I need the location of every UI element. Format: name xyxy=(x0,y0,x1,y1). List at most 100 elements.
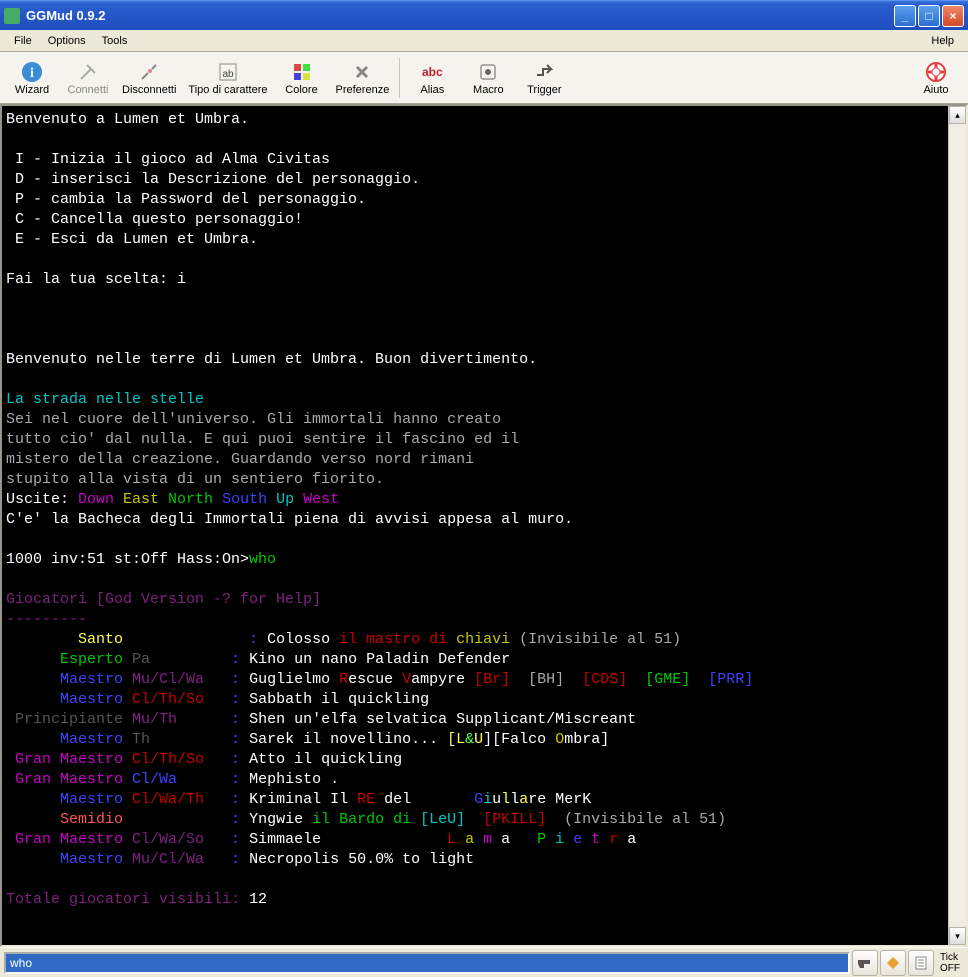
scroll-up-button[interactable]: ▴ xyxy=(949,106,966,124)
scrollbar[interactable]: ▴ ▾ xyxy=(948,106,966,945)
close-button[interactable]: × xyxy=(942,5,964,27)
tick-status: Tick OFF xyxy=(936,952,964,974)
minimize-button[interactable]: _ xyxy=(894,5,916,27)
t: [Br] xyxy=(474,671,510,688)
t: [GME] xyxy=(645,671,690,688)
player-class: Th xyxy=(132,731,150,748)
room-title: La strada nelle stelle xyxy=(6,391,204,408)
t: mbra] xyxy=(564,731,609,748)
exit: Up xyxy=(276,491,303,508)
connect-button[interactable]: Connetti xyxy=(60,58,116,98)
wizard-button[interactable]: i Wizard xyxy=(4,58,60,98)
player-name: Kino un nano Paladin Defender xyxy=(249,651,510,668)
t: P xyxy=(537,831,555,848)
who-header: Giocatori [God Version -? for Help] xyxy=(6,591,321,608)
total-value: 12 xyxy=(249,891,267,908)
t: escue xyxy=(348,671,402,688)
menu-file[interactable]: File xyxy=(6,33,40,49)
t: [L xyxy=(447,731,465,748)
line: mistero della creazione. Guardando verso… xyxy=(6,451,474,468)
line: I - Inizia il gioco ad Alma Civitas xyxy=(6,151,330,168)
player-rank: Esperto xyxy=(6,651,132,668)
line: Sei nel cuore dell'universo. Gli immorta… xyxy=(6,411,501,428)
window-title: GGMud 0.9.2 xyxy=(24,8,894,23)
colon: : xyxy=(204,831,249,848)
player-name: Mephisto . xyxy=(249,771,339,788)
player-name: Sabbath il quickling xyxy=(249,691,429,708)
player-rank: Santo xyxy=(6,631,132,648)
trigger-label: Trigger xyxy=(527,84,561,96)
svg-text:i: i xyxy=(30,66,34,81)
connect-icon xyxy=(76,60,100,84)
macro-icon xyxy=(476,60,500,84)
t: RE xyxy=(357,791,375,808)
t: [PRR] xyxy=(708,671,753,688)
t: i xyxy=(483,791,492,808)
player-class: Cl/Wa/So xyxy=(132,831,204,848)
scroll-track[interactable] xyxy=(949,124,966,927)
svg-text:ab: ab xyxy=(222,69,234,80)
scroll-down-button[interactable]: ▾ xyxy=(949,927,966,945)
t xyxy=(564,671,582,688)
menu-help[interactable]: Help xyxy=(923,33,962,49)
player-rank: Maestro xyxy=(6,791,132,808)
help-button[interactable]: Aiuto xyxy=(908,58,964,98)
trigger-icon xyxy=(532,60,556,84)
t: [LeU] xyxy=(420,811,474,828)
terminal-pane: Benvenuto a Lumen et Umbra. I - Inizia i… xyxy=(0,104,968,947)
gun-button[interactable] xyxy=(852,950,878,976)
player-rank: Gran Maestro xyxy=(6,771,132,788)
disconnect-button[interactable]: Disconnetti xyxy=(116,58,182,98)
t: ampyre xyxy=(411,671,474,688)
exit: West xyxy=(303,491,339,508)
alias-label: Alias xyxy=(420,84,444,96)
page-button[interactable] xyxy=(908,950,934,976)
player-rank: Principiante xyxy=(6,711,132,728)
command-input[interactable] xyxy=(4,952,850,974)
t: a xyxy=(627,831,636,848)
disconnect-icon xyxy=(137,60,161,84)
preferences-button[interactable]: Preferenze xyxy=(330,58,396,98)
help-label: Aiuto xyxy=(923,84,948,96)
line: Benvenuto nelle terre di Lumen et Umbra.… xyxy=(6,351,537,368)
t xyxy=(510,671,528,688)
lifebuoy-icon xyxy=(924,60,948,84)
t: G xyxy=(474,791,483,808)
font-icon: ab xyxy=(216,60,240,84)
t: Yngwie xyxy=(249,811,312,828)
player-name: Shen un'elfa selvatica Supplicant/Miscre… xyxy=(249,711,636,728)
titlebar: GGMud 0.9.2 _ □ × xyxy=(0,0,968,30)
t: r xyxy=(609,831,627,848)
macro-button[interactable]: Macro xyxy=(460,58,516,98)
trigger-button[interactable]: Trigger xyxy=(516,58,572,98)
terminal-output[interactable]: Benvenuto a Lumen et Umbra. I - Inizia i… xyxy=(2,106,948,945)
menu-tools[interactable]: Tools xyxy=(94,33,136,49)
line: Fai la tua scelta: i xyxy=(6,271,186,288)
disconnect-label: Disconnetti xyxy=(122,84,176,96)
t: del xyxy=(375,791,474,808)
t: t xyxy=(591,831,609,848)
t: O xyxy=(555,731,564,748)
player-class: Pa xyxy=(132,651,150,668)
player-rank: Maestro xyxy=(6,731,132,748)
line: tutto cio' dal nulla. E qui puoi sentire… xyxy=(6,431,519,448)
alias-button[interactable]: abc Alias xyxy=(404,58,460,98)
font-label: Tipo di carattere xyxy=(188,84,267,96)
color-icon xyxy=(290,60,314,84)
player-name: Necropolis 50.0% to light xyxy=(249,851,474,868)
font-button[interactable]: ab Tipo di carattere xyxy=(182,58,273,98)
t xyxy=(627,671,645,688)
colon: : xyxy=(150,731,249,748)
menu-options[interactable]: Options xyxy=(40,33,94,49)
player-class: Mu/Cl/Wa xyxy=(132,671,204,688)
line: D - inserisci la Descrizione del persona… xyxy=(6,171,420,188)
exits-label: Uscite: xyxy=(6,491,78,508)
color-button[interactable]: Colore xyxy=(274,58,330,98)
connect-label: Connetti xyxy=(68,84,109,96)
diamond-button[interactable] xyxy=(880,950,906,976)
t: l xyxy=(501,791,510,808)
exit: Down xyxy=(78,491,123,508)
line: E - Esci da Lumen et Umbra. xyxy=(6,231,258,248)
maximize-button[interactable]: □ xyxy=(918,5,940,27)
app-icon xyxy=(4,8,20,24)
